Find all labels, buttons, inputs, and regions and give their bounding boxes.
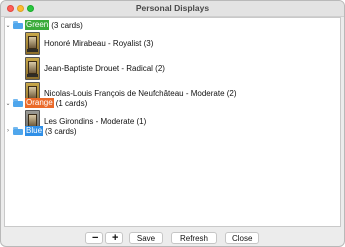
card-row[interactable]: Honoré Mirabeau - Royalist (3)	[25, 31, 153, 56]
tree-group-green[interactable]: ⌄ Green (3 cards)	[5, 19, 83, 31]
group-count: (3 cards)	[45, 126, 77, 136]
bottom-toolbar: − + Save Refresh Close	[1, 229, 344, 246]
card-label: Honoré Mirabeau - Royalist (3)	[44, 39, 154, 48]
card-label: Jean-Baptiste Drouet - Radical (2)	[44, 64, 165, 73]
group-label: Orange	[25, 98, 54, 108]
card-thumbnail	[25, 57, 40, 80]
card-row[interactable]: Jean-Baptiste Drouet - Radical (2)	[25, 56, 165, 81]
chevron-down-icon[interactable]: ⌄	[5, 22, 11, 29]
folder-icon	[13, 99, 23, 107]
window-title: Personal Displays	[135, 3, 210, 13]
chevron-down-icon[interactable]: ⌄	[5, 100, 11, 107]
title-bar: Personal Displays	[1, 1, 344, 17]
folder-icon	[13, 127, 23, 135]
refresh-button[interactable]: Refresh	[171, 232, 217, 244]
group-count: (3 cards)	[51, 20, 83, 30]
card-thumbnail	[25, 32, 40, 55]
display-tree: ⌄ Green (3 cards) Honoré Mirabeau - Roya…	[4, 17, 341, 227]
close-button[interactable]: Close	[225, 232, 259, 244]
minus-icon: −	[92, 232, 99, 244]
tree-group-blue[interactable]: › Blue (3 cards)	[5, 125, 77, 137]
group-label: Green	[25, 20, 50, 30]
chevron-right-icon[interactable]: ›	[5, 128, 11, 134]
group-label: Blue	[25, 126, 44, 136]
add-button[interactable]: +	[105, 232, 123, 244]
folder-icon	[13, 21, 23, 29]
personal-displays-window: Personal Displays ⌄ Green (3 cards) Hono…	[0, 0, 345, 247]
tree-group-orange[interactable]: ⌄ Orange (1 cards)	[5, 97, 87, 109]
plus-icon: +	[112, 232, 119, 244]
group-count: (1 cards)	[55, 98, 88, 108]
remove-button[interactable]: −	[85, 232, 103, 244]
save-button[interactable]: Save	[129, 232, 163, 244]
